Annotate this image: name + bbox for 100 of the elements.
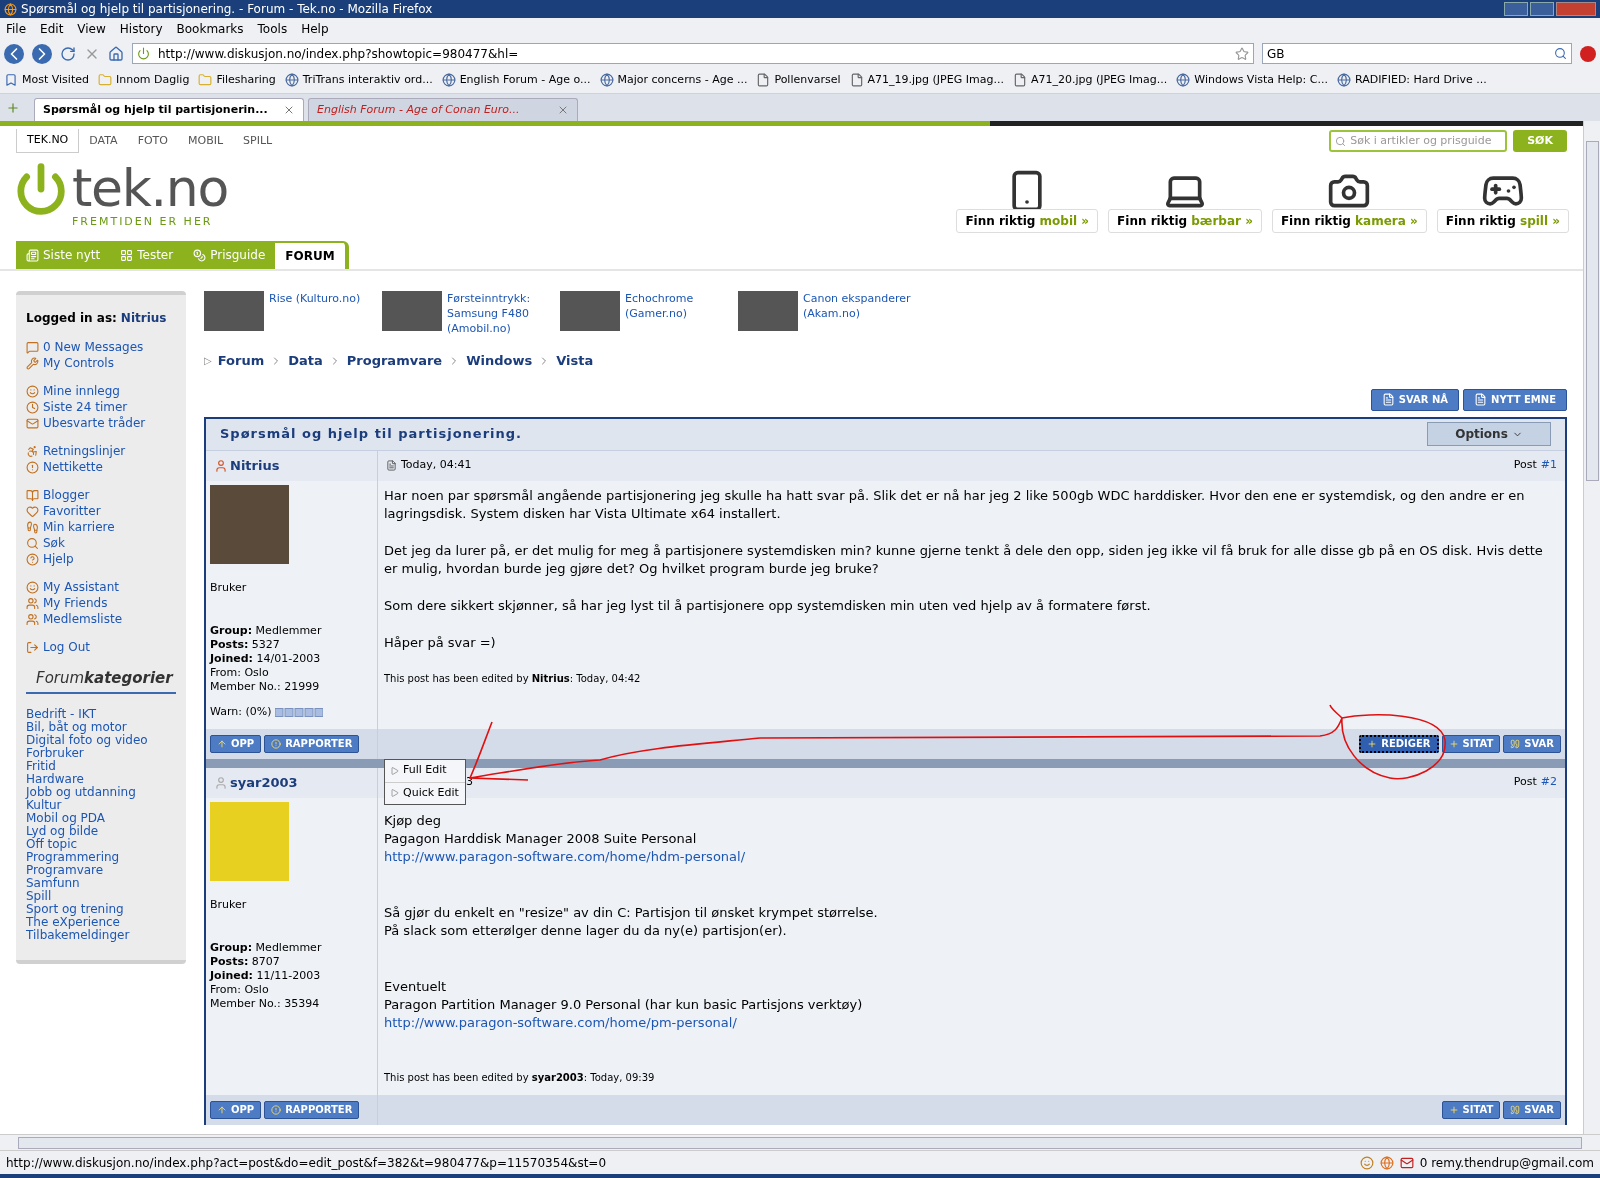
forward-icon[interactable]	[32, 43, 52, 64]
category-link[interactable]: Programvare	[26, 863, 176, 877]
category-link[interactable]: The eXperience	[26, 915, 176, 929]
news-link[interactable]: (Akam.no)	[803, 306, 911, 321]
post-link[interactable]: http://www.paragon-software.com/home/pm-personal/	[384, 1013, 737, 1032]
browser-tab[interactable]: Spørsmål og hjelp til partisjonerin...	[34, 98, 304, 121]
bookmark-item[interactable]: Windows Vista Help: C...	[1176, 71, 1328, 89]
category-link[interactable]: Digital foto og video	[26, 733, 176, 747]
post-action-button[interactable]: RAPPORTER	[264, 734, 360, 753]
sidebar-link[interactable]: Hjelp	[43, 550, 74, 568]
sidebar-link[interactable]: My Friends	[43, 594, 108, 612]
breadcrumb-link[interactable]: Data	[288, 351, 323, 371]
news-link[interactable]: Førsteinntrykk:	[447, 291, 531, 306]
browser-tab[interactable]: English Forum - Age of Conan Euro...	[308, 98, 578, 121]
sidebar-link[interactable]: My Controls	[43, 354, 114, 372]
sidebar-link[interactable]: Nettikette	[43, 458, 103, 476]
bookmark-item[interactable]: A71_20.jpg (JPEG Imag...	[1012, 71, 1168, 89]
address-field[interactable]: http://www.diskusjon.no/index.php?showtopic=980477&hl=	[132, 43, 1254, 64]
news-link[interactable]: (Gamer.no)	[625, 306, 694, 321]
post-action-button[interactable]: OPP	[210, 734, 262, 753]
close-button[interactable]	[1556, 2, 1596, 16]
news-link[interactable]: Canon ekspanderer	[803, 291, 911, 306]
menu-item[interactable]: Help	[301, 20, 329, 38]
post-action-button[interactable]: SVAR	[1503, 734, 1561, 753]
post-link[interactable]: http://www.paragon-software.com/home/hdm-personal/	[384, 847, 746, 866]
horizontal-scrollbar[interactable]	[0, 1134, 1600, 1150]
menu-item[interactable]: Tools	[257, 20, 288, 38]
sidebar-link[interactable]: Blogger	[43, 486, 90, 504]
news-link[interactable]: Samsung F480	[447, 306, 531, 321]
bookmark-item[interactable]: Innom Daglig	[97, 71, 190, 89]
category-link[interactable]: Mobil og PDA	[26, 811, 176, 825]
sidebar-link[interactable]: Medlemsliste	[43, 610, 123, 628]
breadcrumb-link[interactable]: Vista	[556, 351, 594, 371]
star-icon[interactable]	[1235, 46, 1249, 61]
breadcrumb-link[interactable]: Forum	[217, 351, 265, 371]
bookmark-item[interactable]: A71_19.jpg (JPEG Imag...	[849, 71, 1004, 89]
category-link[interactable]: Jobb og utdanning	[26, 785, 176, 799]
site-nav-link[interactable]: FOTO	[127, 129, 178, 153]
category-link[interactable]: Off topic	[26, 837, 176, 851]
post-action-button[interactable]: SVAR	[1503, 1100, 1561, 1119]
minimize-button[interactable]	[1504, 2, 1528, 16]
topic-action-button[interactable]: NYTT EMNE	[1463, 388, 1567, 411]
news-link[interactable]: Rise (Kulturo.no)	[269, 291, 361, 306]
sidebar-link[interactable]: Retningslinjer	[43, 442, 126, 460]
category-link[interactable]: Kultur	[26, 798, 176, 812]
breadcrumb-link[interactable]: Windows	[466, 351, 533, 371]
category-link[interactable]: Bil, båt og motor	[26, 720, 176, 734]
bookmark-item[interactable]: RADIFIED: Hard Drive ...	[1336, 71, 1487, 89]
options-button[interactable]: Options	[1427, 422, 1551, 446]
category-link[interactable]: Forbruker	[26, 746, 176, 760]
reload-icon[interactable]	[60, 45, 76, 62]
menu-item[interactable]: File	[6, 20, 27, 38]
post-action-button[interactable]: SITAT	[1441, 1100, 1501, 1119]
category-link[interactable]: Lyd og bilde	[26, 824, 176, 838]
promo-link[interactable]: Finn riktig spill »	[1436, 209, 1569, 233]
vertical-scrollbar[interactable]	[1583, 121, 1600, 1134]
site-nav-link[interactable]: DATA	[79, 129, 128, 153]
scrollbar-thumb[interactable]	[18, 1136, 1582, 1149]
category-link[interactable]: Sport og trening	[26, 902, 176, 916]
sidebar-link[interactable]: Mine innlegg	[43, 382, 120, 400]
category-link[interactable]: Tilbakemeldinger	[26, 928, 176, 942]
new-tab-icon[interactable]	[6, 101, 20, 115]
bookmark-item[interactable]: Most Visited	[4, 71, 89, 89]
bookmark-item[interactable]: TriTrans interaktiv ord...	[284, 71, 433, 89]
category-link[interactable]: Bedrift - IKT	[26, 707, 176, 721]
bookmark-item[interactable]: Major concerns - Age ...	[599, 71, 748, 89]
close-icon[interactable]	[557, 104, 569, 116]
author-link[interactable]: Nitrius	[230, 455, 280, 476]
search-field[interactable]: GB	[1262, 43, 1572, 64]
promo-link[interactable]: Finn riktig mobil »	[956, 209, 1099, 233]
menu-item[interactable]: View	[77, 20, 106, 38]
category-link[interactable]: Fritid	[26, 759, 176, 773]
user-link[interactable]: Nitrius	[120, 309, 167, 327]
sidebar-link[interactable]: Log Out	[43, 638, 90, 656]
sidebar-link[interactable]: My Assistant	[43, 578, 119, 596]
maximize-button[interactable]	[1530, 2, 1554, 16]
menu-item[interactable]: Quick Edit	[385, 781, 465, 804]
topic-action-button[interactable]: SVAR NÅ	[1370, 388, 1460, 411]
promo-link[interactable]: Finn riktig bærbar »	[1108, 209, 1262, 233]
sidebar-link[interactable]: 0 New Messages	[43, 338, 144, 356]
site-nav-link[interactable]: MOBIL	[178, 129, 234, 153]
adblock-icon[interactable]	[1580, 45, 1596, 62]
bookmark-item[interactable]: English Forum - Age o...	[441, 71, 591, 89]
sidebar-link[interactable]: Ubesvarte tråder	[43, 414, 146, 432]
post-action-button[interactable]: SITAT	[1441, 734, 1501, 753]
category-link[interactable]: Programmering	[26, 850, 176, 864]
bookmark-item[interactable]: Pollenvarsel	[756, 71, 841, 89]
menu-item[interactable]: Edit	[40, 20, 64, 38]
site-nav-link[interactable]: TEK.NO	[16, 129, 80, 153]
post-number-link[interactable]: #2	[1540, 774, 1557, 791]
home-icon[interactable]	[108, 45, 124, 62]
menu-item[interactable]: Bookmarks	[176, 20, 244, 38]
section-tab[interactable]: FORUM	[275, 241, 349, 269]
post-action-button[interactable]: REDIGER	[1359, 734, 1439, 753]
site-nav-link[interactable]: SPILL	[233, 129, 283, 153]
sidebar-link[interactable]: Søk	[43, 534, 65, 552]
promo-link[interactable]: Finn riktig kamera »	[1271, 209, 1427, 233]
post-number-link[interactable]: #1	[1540, 457, 1557, 474]
menu-item[interactable]: Full Edit	[385, 759, 465, 782]
scrollbar-thumb[interactable]	[1585, 141, 1599, 481]
